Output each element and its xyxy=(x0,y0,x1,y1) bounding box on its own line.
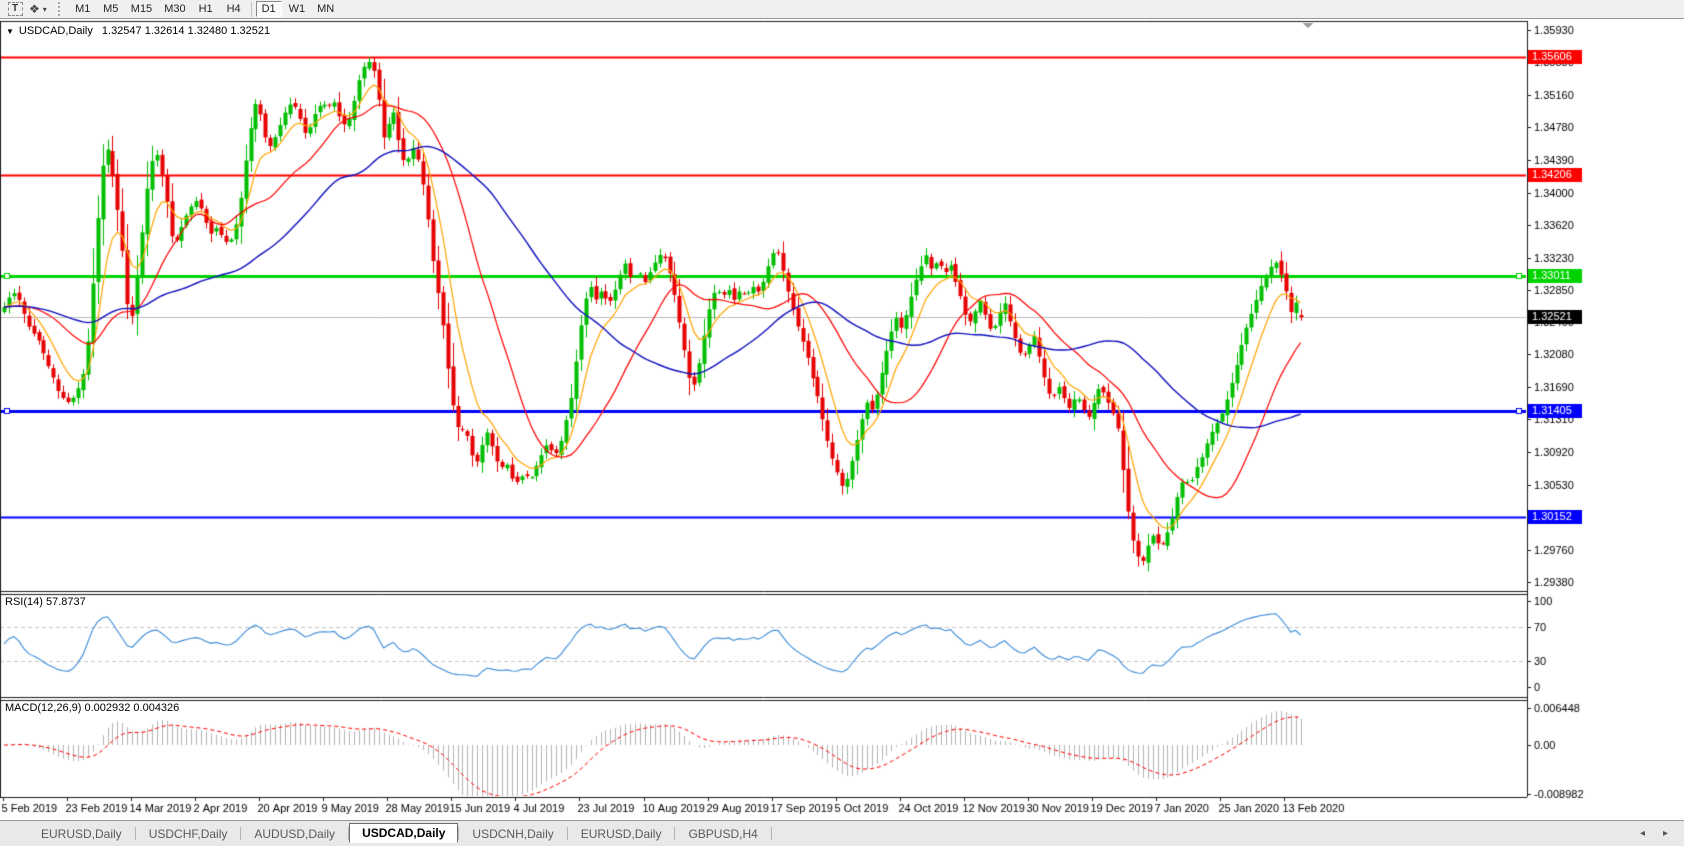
top-toolbar: T ❖ ▾ M1M5M15M30H1H4 D1W1MN xyxy=(0,0,1684,19)
timeframe-button-m5[interactable]: M5 xyxy=(98,1,124,17)
chevron-down-icon: ▾ xyxy=(43,5,47,14)
timeframe-button-m15[interactable]: M15 xyxy=(126,1,157,17)
tab-scroll-right-icon[interactable]: ▸ xyxy=(1659,828,1672,839)
chart-tab-usdcad-daily[interactable]: USDCAD,Daily xyxy=(349,823,458,843)
chart-tab-audusd-daily[interactable]: AUDUSD,Daily xyxy=(241,824,348,844)
timeframe-button-w1[interactable]: W1 xyxy=(284,1,311,17)
shapes-tool-button[interactable]: ❖ ▾ xyxy=(26,1,50,18)
chart-title: ▼ USDCAD,Daily 1.32547 1.32614 1.32480 1… xyxy=(6,25,270,37)
text-tool-button[interactable]: T xyxy=(4,1,26,18)
tab-scroll-arrows: ◂▸ xyxy=(1636,828,1672,839)
collapse-icon[interactable]: ▼ xyxy=(6,27,14,36)
timeframe-button-h4[interactable]: H4 xyxy=(221,1,247,17)
toolbar-separator xyxy=(251,2,252,17)
tab-scroll-left-icon[interactable]: ◂ xyxy=(1636,828,1649,839)
timeframe-button-m30[interactable]: M30 xyxy=(159,1,190,17)
chart-ohlc-values: 1.32547 1.32614 1.32480 1.32521 xyxy=(102,25,270,37)
timeframe-group: M1M5M15M30H1H4 D1W1MN xyxy=(69,1,340,17)
chart-tab-bar: EURUSD,DailyUSDCHF,DailyAUDUSD,DailyUSDC… xyxy=(0,820,1684,846)
chart-symbol-label: USDCAD,Daily xyxy=(19,25,93,37)
timeframe-button-mn[interactable]: MN xyxy=(312,1,339,17)
toolbar-grip xyxy=(58,2,63,16)
text-tool-icon: T xyxy=(8,2,23,16)
chart-tab-gbpusd-h4[interactable]: GBPUSD,H4 xyxy=(675,824,770,844)
shapes-icon: ❖ xyxy=(29,3,40,15)
chart-tab-eurusd-daily[interactable]: EURUSD,Daily xyxy=(568,824,675,844)
timeframe-button-d1[interactable]: D1 xyxy=(256,1,282,17)
macd-indicator-label: MACD(12,26,9) 0.002932 0.004326 xyxy=(5,702,179,714)
chart-canvas[interactable] xyxy=(0,20,1684,820)
chart-tab-usdchf-daily[interactable]: USDCHF,Daily xyxy=(136,824,241,844)
timeframe-button-h1[interactable]: H1 xyxy=(193,1,219,17)
timeframe-button-m1[interactable]: M1 xyxy=(70,1,96,17)
tab-separator xyxy=(771,827,772,840)
chart-tab-usdcnh-daily[interactable]: USDCNH,Daily xyxy=(459,824,566,844)
mt4-app: T ❖ ▾ M1M5M15M30H1H4 D1W1MN ▼ USDCAD,Dail… xyxy=(0,0,1684,846)
chart-window: ▼ USDCAD,Daily 1.32547 1.32614 1.32480 1… xyxy=(0,20,1684,820)
chart-tab-eurusd-daily[interactable]: EURUSD,Daily xyxy=(28,824,135,844)
rsi-indicator-label: RSI(14) 57.8737 xyxy=(5,596,86,608)
